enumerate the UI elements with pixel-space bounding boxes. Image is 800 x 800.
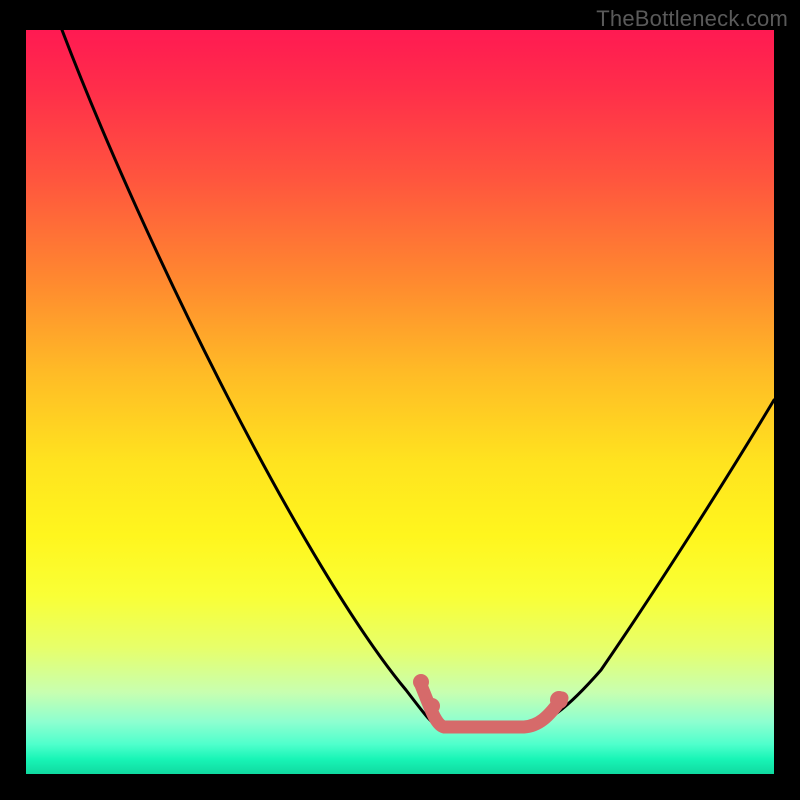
chart-frame: TheBottleneck.com — [0, 0, 800, 800]
plot-area — [26, 30, 774, 774]
watermark-text: TheBottleneck.com — [596, 6, 788, 32]
curve-layer — [26, 30, 774, 774]
marker-dot-3 — [550, 691, 568, 709]
marker-dot-1 — [413, 674, 429, 690]
marker-segment — [421, 685, 562, 727]
marker-dot-2 — [424, 698, 440, 714]
bottleneck-curve — [62, 30, 774, 726]
